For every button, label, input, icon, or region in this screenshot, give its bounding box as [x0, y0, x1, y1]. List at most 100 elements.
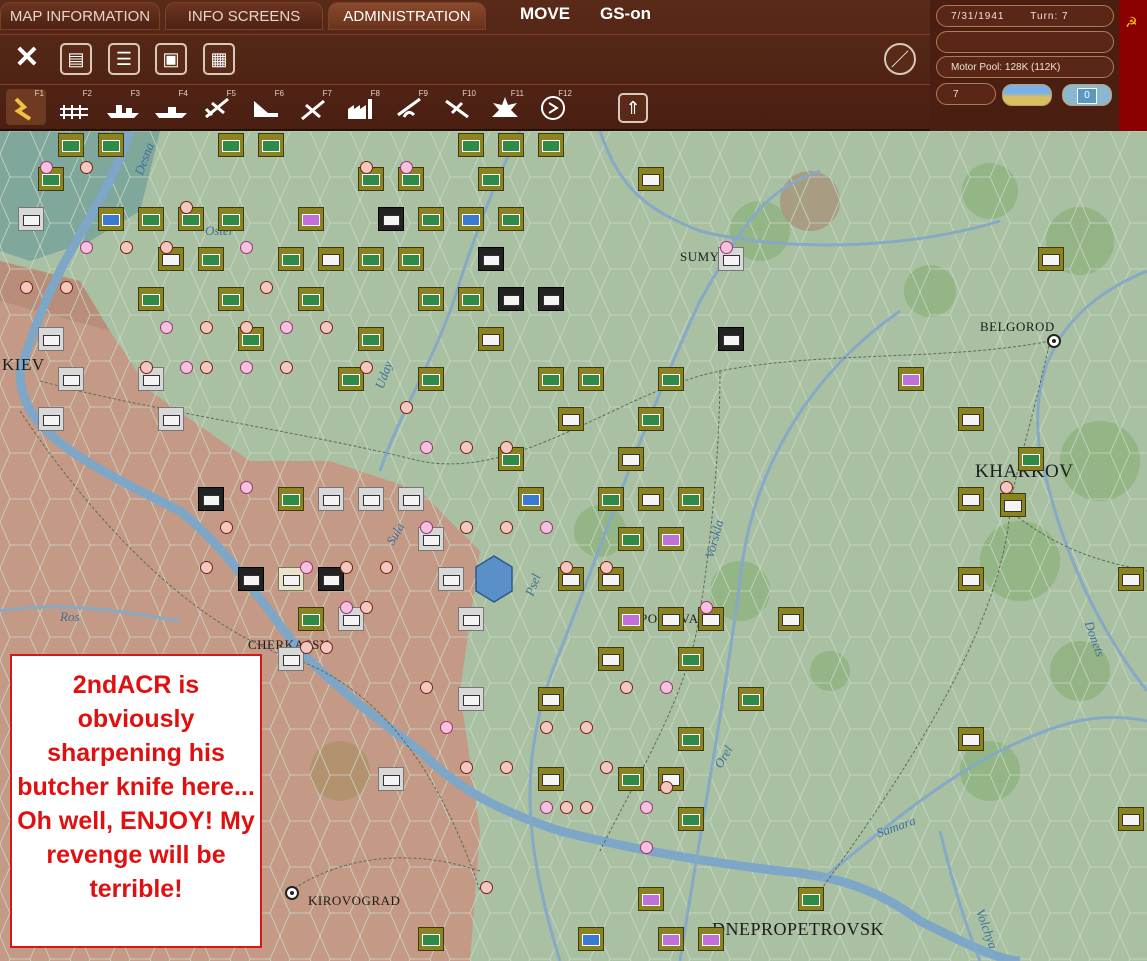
f7-bomber-button[interactable]: F7 — [294, 89, 334, 125]
soviet-unit-counter[interactable] — [198, 487, 224, 511]
grid-icon[interactable]: ▦ — [203, 43, 235, 75]
soviet-unit-counter[interactable] — [58, 367, 84, 391]
soviet-unit-counter[interactable] — [38, 327, 64, 351]
axis-unit-counter[interactable] — [1118, 807, 1144, 831]
f10-air-transfer-button[interactable]: F10 — [438, 89, 478, 125]
axis-unit-counter[interactable] — [598, 647, 624, 671]
f1-move-button[interactable]: F1 — [6, 89, 46, 125]
axis-unit-counter[interactable] — [138, 207, 164, 231]
axis-unit-counter[interactable] — [678, 487, 704, 511]
axis-unit-counter[interactable] — [798, 887, 824, 911]
save-icon[interactable]: ▣ — [155, 43, 187, 75]
axis-unit-counter[interactable] — [418, 207, 444, 231]
f6-artillery-button[interactable]: F6 — [246, 89, 286, 125]
soviet-unit-counter[interactable] — [498, 287, 524, 311]
axis-unit-counter[interactable] — [618, 527, 644, 551]
soviet-unit-counter[interactable] — [458, 687, 484, 711]
axis-unit-counter[interactable] — [618, 607, 644, 631]
axis-unit-counter[interactable] — [738, 687, 764, 711]
axis-unit-counter[interactable] — [198, 247, 224, 271]
axis-unit-counter[interactable] — [538, 767, 564, 791]
axis-unit-counter[interactable] — [638, 487, 664, 511]
axis-unit-counter[interactable] — [418, 287, 444, 311]
soviet-unit-counter[interactable] — [398, 487, 424, 511]
axis-unit-counter[interactable] — [658, 367, 684, 391]
axis-unit-counter[interactable] — [1018, 447, 1044, 471]
axis-unit-counter[interactable] — [258, 133, 284, 157]
axis-unit-counter[interactable] — [298, 607, 324, 631]
soviet-unit-counter[interactable] — [378, 767, 404, 791]
axis-unit-counter[interactable] — [398, 247, 424, 271]
axis-unit-counter[interactable] — [478, 327, 504, 351]
axis-unit-counter[interactable] — [538, 367, 564, 391]
tab-administration[interactable]: ADMINISTRATION — [328, 2, 486, 30]
soviet-unit-counter[interactable] — [358, 487, 384, 511]
soviet-unit-counter[interactable] — [478, 247, 504, 271]
axis-unit-counter[interactable] — [1118, 567, 1144, 591]
axis-unit-counter[interactable] — [678, 727, 704, 751]
soviet-unit-counter[interactable] — [378, 207, 404, 231]
tab-info-screens[interactable]: INFO SCREENS — [165, 2, 323, 30]
game-map[interactable]: KIEV SUMY BELGOROD KHARKOV POLTAVA CHERK… — [0, 131, 1147, 961]
axis-unit-counter[interactable] — [638, 887, 664, 911]
soviet-unit-counter[interactable] — [458, 607, 484, 631]
axis-unit-counter[interactable] — [58, 133, 84, 157]
soviet-unit-counter[interactable] — [158, 407, 184, 431]
close-icon[interactable]: ✕ — [12, 43, 42, 73]
soviet-unit-counter[interactable] — [38, 407, 64, 431]
axis-unit-counter[interactable] — [958, 567, 984, 591]
axis-unit-counter[interactable] — [298, 207, 324, 231]
upload-icon[interactable]: ⇑ — [618, 93, 648, 123]
axis-unit-counter[interactable] — [958, 487, 984, 511]
axis-unit-counter[interactable] — [218, 207, 244, 231]
axis-unit-counter[interactable] — [358, 247, 384, 271]
axis-unit-counter[interactable] — [538, 687, 564, 711]
list-icon[interactable]: ☰ — [108, 43, 140, 75]
selected-hex-marker[interactable] — [474, 555, 514, 603]
f5-air-button[interactable]: F5 — [198, 89, 238, 125]
soviet-unit-counter[interactable] — [318, 487, 344, 511]
axis-unit-counter[interactable] — [578, 367, 604, 391]
axis-unit-counter[interactable] — [318, 247, 344, 271]
axis-unit-counter[interactable] — [958, 407, 984, 431]
axis-unit-counter[interactable] — [138, 287, 164, 311]
axis-unit-counter[interactable] — [578, 927, 604, 951]
axis-unit-counter[interactable] — [278, 247, 304, 271]
axis-unit-counter[interactable] — [458, 207, 484, 231]
axis-unit-counter[interactable] — [658, 607, 684, 631]
axis-unit-counter[interactable] — [218, 287, 244, 311]
axis-unit-counter[interactable] — [458, 133, 484, 157]
axis-unit-counter[interactable] — [1038, 247, 1064, 271]
axis-unit-counter[interactable] — [618, 767, 644, 791]
soviet-unit-counter[interactable] — [538, 287, 564, 311]
counter-toggle[interactable]: 0 — [1062, 84, 1112, 106]
axis-unit-counter[interactable] — [478, 167, 504, 191]
axis-unit-counter[interactable] — [638, 167, 664, 191]
axis-unit-counter[interactable] — [558, 407, 584, 431]
axis-unit-counter[interactable] — [678, 807, 704, 831]
f12-end-turn-button[interactable]: F12 — [534, 89, 574, 125]
tab-map-information[interactable]: MAP INFORMATION — [0, 2, 160, 30]
axis-unit-counter[interactable] — [778, 607, 804, 631]
axis-unit-counter[interactable] — [418, 927, 444, 951]
axis-unit-counter[interactable] — [698, 927, 724, 951]
f4-transport-button[interactable]: F4 — [150, 89, 190, 125]
axis-unit-counter[interactable] — [358, 327, 384, 351]
pencil-icon[interactable]: ／ — [884, 43, 916, 75]
soviet-unit-counter[interactable] — [438, 567, 464, 591]
axis-unit-counter[interactable] — [458, 287, 484, 311]
axis-unit-counter[interactable] — [98, 133, 124, 157]
soviet-unit-counter[interactable] — [238, 567, 264, 591]
f11-attack-button[interactable]: F11 — [486, 89, 526, 125]
f8-city-strike-button[interactable]: F8 — [342, 89, 382, 125]
axis-unit-counter[interactable] — [498, 207, 524, 231]
axis-unit-counter[interactable] — [658, 527, 684, 551]
f2-rail-button[interactable]: F2 — [54, 89, 94, 125]
f9-paradrop-button[interactable]: F9 — [390, 89, 430, 125]
axis-unit-counter[interactable] — [418, 367, 444, 391]
soviet-unit-counter[interactable] — [718, 327, 744, 351]
axis-unit-counter[interactable] — [538, 133, 564, 157]
axis-unit-counter[interactable] — [898, 367, 924, 391]
f3-naval-button[interactable]: F3 — [102, 89, 142, 125]
weather-icon[interactable] — [1002, 84, 1052, 106]
